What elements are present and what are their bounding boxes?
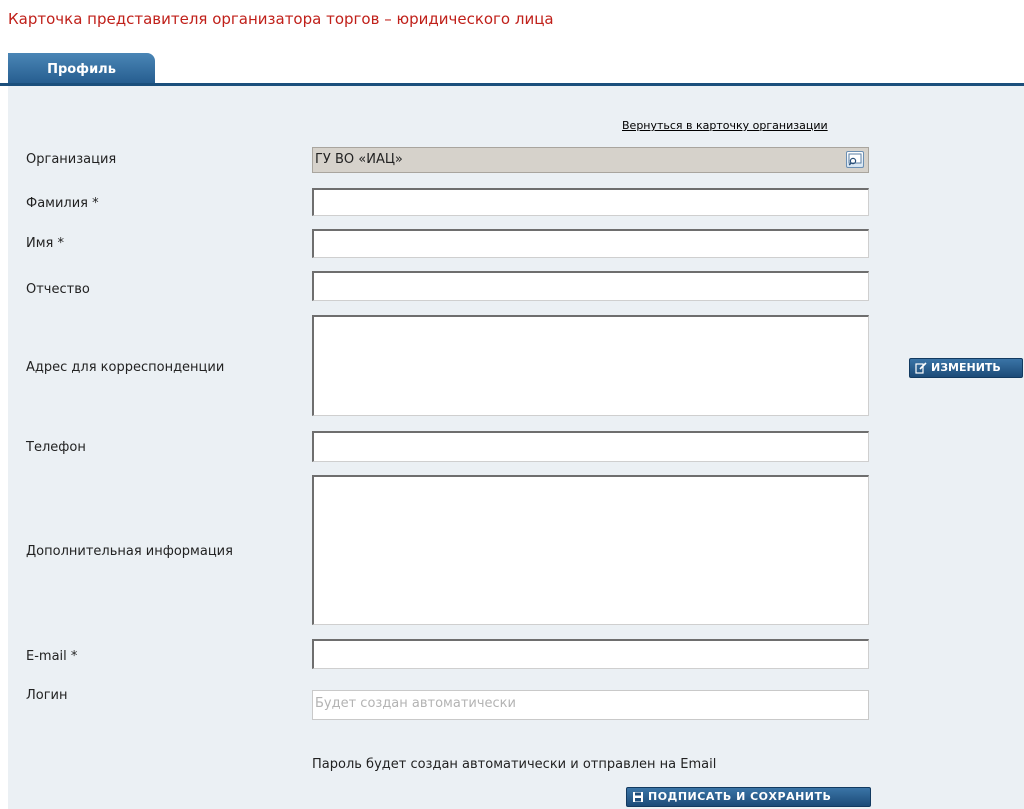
edit-address-button[interactable]: ИЗМЕНИТЬ xyxy=(909,358,1023,378)
last-name-input[interactable] xyxy=(312,188,869,216)
address-textarea[interactable] xyxy=(312,315,869,416)
save-button-label: ПОДПИСАТЬ И СОХРАНИТЬ xyxy=(648,790,832,803)
page-title: Карточка представителя организатора торг… xyxy=(8,10,554,28)
address-label: Адрес для корреспонденции xyxy=(26,360,225,375)
last-name-label: Фамилия * xyxy=(26,196,99,211)
floppy-disk-icon xyxy=(632,791,644,809)
edit-button-label: ИЗМЕНИТЬ xyxy=(931,361,1001,374)
additional-info-label: Дополнительная информация xyxy=(26,544,233,559)
phone-label: Телефон xyxy=(26,440,86,455)
edit-pencil-icon xyxy=(915,362,927,380)
additional-info-textarea[interactable] xyxy=(312,475,869,625)
page: Карточка представителя организатора торг… xyxy=(0,0,1024,809)
first-name-label: Имя * xyxy=(26,236,64,251)
patronymic-label: Отчество xyxy=(26,282,90,297)
magnifier-lookup-icon[interactable] xyxy=(846,151,864,168)
login-input[interactable]: Будет создан автоматически xyxy=(312,690,869,720)
back-to-organization-link[interactable]: Вернуться в карточку организации xyxy=(622,119,828,132)
organization-label: Организация xyxy=(26,152,117,167)
email-label: E-mail * xyxy=(26,649,78,664)
password-note: Пароль будет создан автоматически и отпр… xyxy=(312,757,717,772)
login-label: Логин xyxy=(26,688,68,703)
sign-and-save-button[interactable]: ПОДПИСАТЬ И СОХРАНИТЬ xyxy=(626,787,871,807)
first-name-input[interactable] xyxy=(312,229,869,258)
tab-bar: Профиль xyxy=(0,53,1024,86)
patronymic-input[interactable] xyxy=(312,271,869,301)
organization-field: ГУ ВО «ИАЦ» xyxy=(312,147,869,173)
email-input[interactable] xyxy=(312,639,869,669)
tab-profile[interactable]: Профиль xyxy=(8,53,155,86)
phone-input[interactable] xyxy=(312,431,869,462)
organization-value: ГУ ВО «ИАЦ» xyxy=(315,152,403,167)
